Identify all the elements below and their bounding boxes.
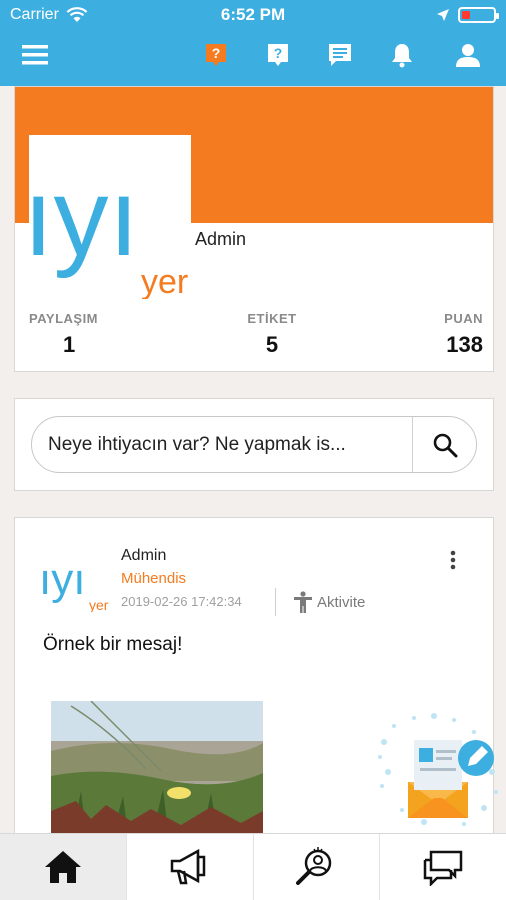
menu-icon[interactable]	[20, 40, 50, 70]
home-icon	[44, 851, 81, 883]
battery-icon	[458, 7, 499, 23]
svg-text:yer: yer	[141, 263, 188, 299]
search-icon	[433, 433, 457, 457]
nav-chat[interactable]	[380, 834, 506, 900]
search-bar: Neye ihtiyacın var? Ne yapmak is...	[31, 416, 477, 473]
nav-announcements[interactable]	[127, 834, 254, 900]
envelope-pencil-icon	[378, 713, 498, 826]
post-author[interactable]: Admin	[121, 547, 166, 565]
svg-text:yer: yer	[89, 597, 109, 612]
status-bar: Carrier 6:52 PM	[0, 0, 506, 30]
question-active-icon[interactable]: ?	[201, 40, 231, 70]
search-button[interactable]	[413, 417, 476, 472]
message-icon[interactable]	[325, 40, 355, 70]
toolbar: ? ?	[0, 38, 506, 76]
post-separator	[275, 588, 276, 616]
post-avatar[interactable]: ıyı yer	[41, 552, 111, 612]
post-date: 2019-02-26 17:42:34	[121, 594, 242, 609]
nav-home[interactable]	[0, 834, 127, 900]
search-input[interactable]: Neye ihtiyacın var? Ne yapmak is...	[48, 434, 408, 456]
location-icon	[437, 9, 449, 21]
stat-points: PUAN 138	[444, 311, 483, 357]
search-card: Neye ihtiyacın var? Ne yapmak is...	[14, 398, 494, 491]
stat-shares: PAYLAŞIM 1	[29, 311, 99, 357]
svg-text:ıyı: ıyı	[29, 156, 139, 279]
status-right	[436, 7, 499, 23]
post-role: Mühendis	[121, 570, 187, 587]
post-image[interactable]	[51, 701, 263, 836]
compose-button[interactable]	[374, 712, 502, 832]
bell-icon[interactable]	[387, 40, 417, 70]
stat-tags: ETİKET 5	[247, 311, 297, 357]
post-text: Örnek bir mesaj!	[43, 634, 183, 655]
svg-text:ıyı: ıyı	[41, 555, 85, 604]
profile-logo: ıyı yer	[29, 135, 191, 299]
clock: 6:52 PM	[220, 5, 286, 24]
person-icon	[294, 591, 312, 613]
question-icon[interactable]: ?	[263, 40, 293, 70]
nav-find-people[interactable]	[254, 834, 381, 900]
profile-card: ıyı yer Admin PAYLAŞIM 1 ETİKET 5 PUAN 1…	[14, 86, 494, 372]
app-header: Carrier 6:52 PM ? ?	[0, 0, 506, 86]
bottom-nav	[0, 833, 506, 900]
chat-icon	[423, 850, 463, 886]
activity-button[interactable]: Aktivite	[293, 591, 365, 613]
megaphone-icon	[170, 848, 205, 885]
svg-text:?: ?	[212, 45, 221, 61]
search-person-icon	[296, 847, 332, 885]
activity-label: Aktivite	[317, 593, 366, 611]
post-more-icon[interactable]	[441, 548, 465, 572]
user-icon[interactable]	[453, 40, 483, 70]
svg-text:?: ?	[274, 45, 283, 61]
profile-name: Admin	[195, 229, 247, 249]
